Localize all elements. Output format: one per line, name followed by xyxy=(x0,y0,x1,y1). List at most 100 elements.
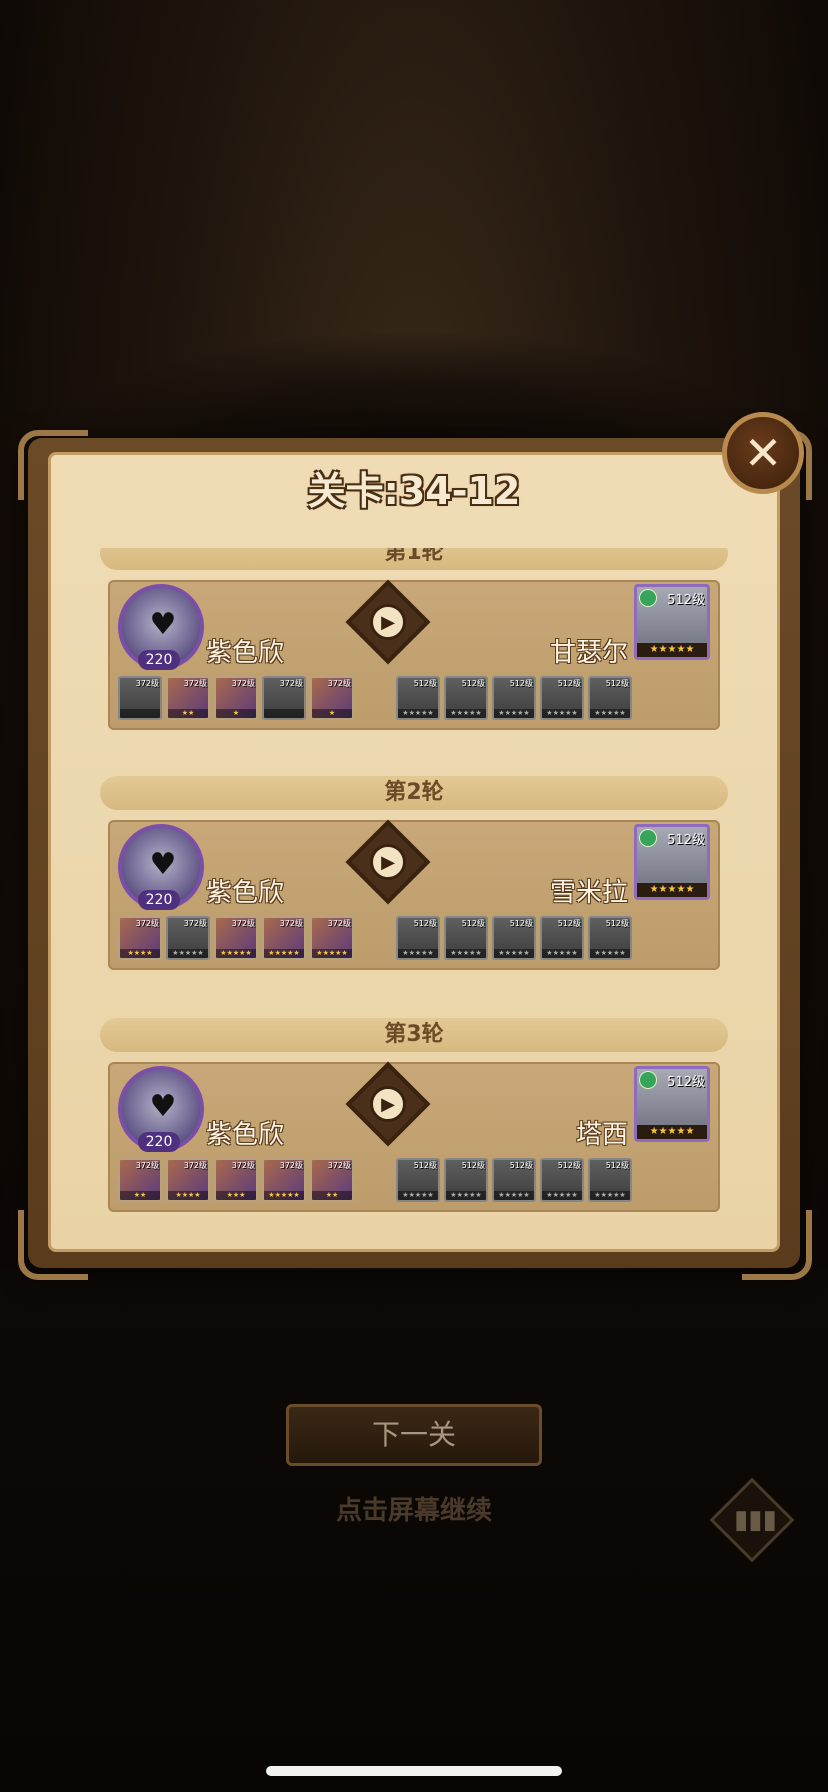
hero-level: 512级 xyxy=(509,1161,533,1170)
round-label: 第3轮 xyxy=(100,1018,728,1052)
close-button[interactable]: ✕ xyxy=(722,412,804,494)
player-level-badge: 220 xyxy=(138,890,180,910)
hero-level: 512级 xyxy=(413,1161,437,1170)
player-hero-slot[interactable]: 372级 ★★★★ xyxy=(118,916,162,960)
panel-corner-ornament xyxy=(742,1210,812,1280)
hero-level: 512级 xyxy=(557,919,581,928)
hero-stars: ★★★★★ xyxy=(590,1191,630,1200)
stats-icon: ▮▮▮ xyxy=(734,1505,777,1535)
hero-stars: ★★★★★ xyxy=(398,709,438,718)
hero-stars: ★ xyxy=(216,709,256,718)
hero-level: 372级 xyxy=(135,679,159,688)
home-indicator[interactable] xyxy=(266,1766,562,1776)
enemy-hero-slot[interactable]: 512级 ★★★★★ xyxy=(588,916,632,960)
tap-to-continue-hint[interactable]: 点击屏幕继续 xyxy=(0,1490,828,1527)
player-hero-slot[interactable]: 372级 ★★★★ xyxy=(166,1158,210,1202)
hero-level: 512级 xyxy=(461,1161,485,1170)
hero-level: 512级 xyxy=(461,919,485,928)
enemy-name: 甘瑟尔 xyxy=(549,638,628,668)
enemy-hero-slot[interactable]: 512级 ★★★★★ xyxy=(444,676,488,720)
enemy-stars: ★★★★★ xyxy=(637,1125,707,1139)
hero-level: 372级 xyxy=(183,919,207,928)
enemy-hero-slot[interactable]: 512级 ★★★★★ xyxy=(588,676,632,720)
hero-stars xyxy=(264,709,304,718)
player-hero-slot[interactable]: 372级 ★★ xyxy=(118,1158,162,1202)
enemy-hero-slot[interactable]: 512级 ★★★★★ xyxy=(492,676,536,720)
player-hero-slot[interactable]: 372级 ★★★★★ xyxy=(262,916,306,960)
enemy-hero-slot[interactable]: 512级 ★★★★★ xyxy=(540,916,584,960)
heart-hands-icon: ♥ xyxy=(149,607,177,642)
enemy-hero-slot[interactable]: 512级 ★★★★★ xyxy=(540,676,584,720)
panel-corner-ornament xyxy=(18,1210,88,1280)
close-icon: ✕ xyxy=(743,426,783,480)
hero-stars: ★★★★★ xyxy=(590,709,630,718)
round-card: ♥ 220 紫色欣 ▶ 甘瑟尔 512级 ★★★★★ 372级 372级 ★★ 3… xyxy=(108,579,720,730)
hero-level: 372级 xyxy=(327,679,351,688)
hero-level: 372级 xyxy=(135,1161,159,1170)
hero-level: 372级 xyxy=(135,919,159,928)
player-name: 紫色欣 xyxy=(206,878,285,908)
hero-stars: ★★★★★ xyxy=(216,949,256,958)
player-hero-slot[interactable]: 372级 ★★★ xyxy=(214,1158,258,1202)
hero-stars xyxy=(120,709,160,718)
hero-stars: ★★★★★ xyxy=(494,949,534,958)
hero-stars: ★★★★★ xyxy=(446,949,486,958)
hero-stars: ★★★★★ xyxy=(312,949,352,958)
player-hero-slot[interactable]: 372级 ★★★★★ xyxy=(262,1158,306,1202)
enemy-hero-slot[interactable]: 512级 ★★★★★ xyxy=(492,1158,536,1202)
enemy-hero-slot[interactable]: 512级 ★★★★★ xyxy=(540,1158,584,1202)
enemy-hero-slot[interactable]: 512级 ★★★★★ xyxy=(492,916,536,960)
enemy-hero-slot[interactable]: 512级 ★★★★★ xyxy=(396,916,440,960)
play-icon: ▶ xyxy=(370,1086,406,1122)
enemy-level: 512级 xyxy=(667,833,705,848)
enemy-hero-slot[interactable]: 512级 ★★★★★ xyxy=(396,1158,440,1202)
hero-level: 372级 xyxy=(279,1161,303,1170)
hero-level: 372级 xyxy=(231,919,255,928)
faction-icon xyxy=(639,829,657,847)
enemy-hero-slot[interactable]: 512级 ★★★★★ xyxy=(396,676,440,720)
next-stage-button[interactable]: 下一关 xyxy=(286,1404,542,1466)
enemy-hero-slot[interactable]: 512级 ★★★★★ xyxy=(588,1158,632,1202)
hero-level: 512级 xyxy=(557,1161,581,1170)
enemy-portrait[interactable]: 512级 ★★★★★ xyxy=(634,1066,710,1142)
hero-level: 372级 xyxy=(327,1161,351,1170)
player-name: 紫色欣 xyxy=(206,1120,285,1150)
hero-stars: ★★★ xyxy=(216,1191,256,1200)
enemy-level: 512级 xyxy=(667,1075,705,1090)
enemy-level: 512级 xyxy=(667,593,705,608)
hero-stars: ★★★★★ xyxy=(264,1191,304,1200)
hero-stars: ★★★★ xyxy=(168,1191,208,1200)
enemy-portrait[interactable]: 512级 ★★★★★ xyxy=(634,584,710,660)
enemy-hero-slot[interactable]: 512级 ★★★★★ xyxy=(444,916,488,960)
hero-level: 512级 xyxy=(509,679,533,688)
hero-level: 372级 xyxy=(231,1161,255,1170)
player-hero-slot[interactable]: 372级 ★ xyxy=(214,676,258,720)
player-hero-slot[interactable]: 372级 xyxy=(118,676,162,720)
hero-stars: ★★ xyxy=(168,709,208,718)
player-level-badge: 220 xyxy=(138,1132,180,1152)
player-hero-slot[interactable]: 372级 xyxy=(262,676,306,720)
player-hero-slot[interactable]: 372级 ★★ xyxy=(310,1158,354,1202)
player-hero-slot[interactable]: 372级 ★★★★★ xyxy=(166,916,210,960)
heart-hands-icon: ♥ xyxy=(149,847,177,882)
player-hero-slot[interactable]: 372级 ★★ xyxy=(166,676,210,720)
hero-stars: ★★★★★ xyxy=(542,1191,582,1200)
enemy-hero-slot[interactable]: 512级 ★★★★★ xyxy=(444,1158,488,1202)
player-name: 紫色欣 xyxy=(206,638,285,668)
hero-stars: ★★★★★ xyxy=(542,949,582,958)
player-hero-slot[interactable]: 372级 ★★★★★ xyxy=(214,916,258,960)
rounds-scroll-list[interactable]: 第1轮 ♥ 220 紫色欣 ▶ 甘瑟尔 512级 ★★★★★ 372级 372级… xyxy=(100,548,728,1260)
round-card: ♥ 220 紫色欣 ▶ 雪米拉 512级 ★★★★★ 372级 ★★★★ 372级… xyxy=(108,819,720,970)
round-label: 第2轮 xyxy=(100,776,728,810)
hero-stars: ★★★★★ xyxy=(590,949,630,958)
faction-icon xyxy=(639,589,657,607)
round-label: 第1轮 xyxy=(100,548,728,570)
hero-stars: ★★★★★ xyxy=(494,1191,534,1200)
player-hero-slot[interactable]: 372级 ★★★★★ xyxy=(310,916,354,960)
player-hero-slot[interactable]: 372级 ★ xyxy=(310,676,354,720)
hero-level: 512级 xyxy=(413,919,437,928)
enemy-name: 塔西 xyxy=(575,1120,628,1150)
enemy-portrait[interactable]: 512级 ★★★★★ xyxy=(634,824,710,900)
faction-icon xyxy=(639,1071,657,1089)
hero-level: 512级 xyxy=(413,679,437,688)
